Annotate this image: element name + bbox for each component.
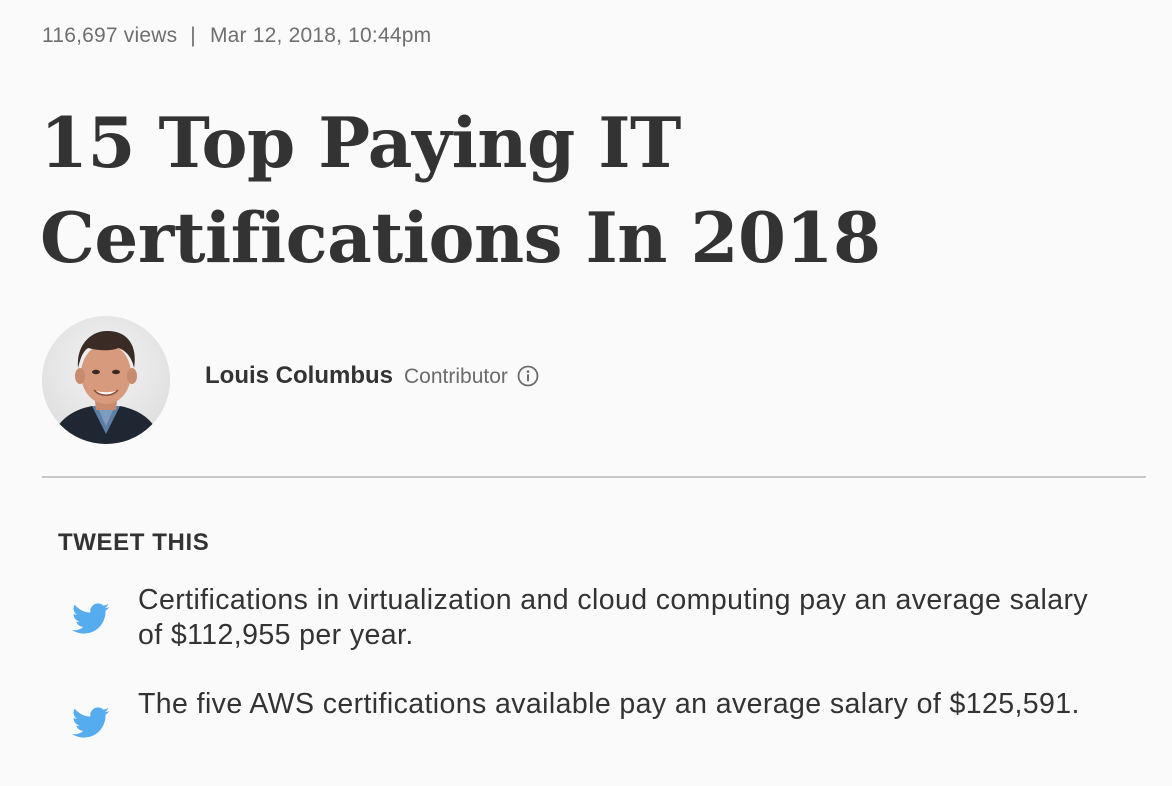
article-title-line-2: Certifications In 2018 — [40, 198, 881, 279]
info-circle-icon[interactable] — [517, 365, 539, 387]
section-divider — [42, 476, 1146, 478]
publish-date: Mar 12, 2018, 10:44pm — [209, 24, 432, 47]
tweet-item[interactable]: The five AWS certifications available pa… — [72, 687, 1118, 739]
author-avatar[interactable] — [42, 316, 170, 444]
article-title: 15 Top Paying IT Certifications In 2018 — [40, 96, 1120, 286]
tweet-item[interactable]: Certifications in virtualization and clo… — [72, 583, 1118, 653]
twitter-bird-icon[interactable] — [72, 707, 110, 739]
article-title-line-1: 15 Top Paying IT — [40, 103, 681, 184]
author-name[interactable]: Louis Columbus — [205, 362, 393, 390]
view-count: 116,697 views — [42, 24, 178, 47]
tweet-text[interactable]: The five AWS certifications available pa… — [138, 687, 1118, 722]
author-role: Contributor — [404, 365, 508, 388]
author-byline: Louis Columbus Contributor — [205, 361, 539, 390]
meta-separator: | — [190, 24, 196, 47]
tweet-this-heading: TWEET THIS — [58, 529, 210, 556]
tweet-text[interactable]: Certifications in virtualization and clo… — [138, 583, 1118, 653]
author-photo — [42, 316, 170, 444]
article-meta: 116,697 views | Mar 12, 2018, 10:44pm — [42, 24, 431, 48]
twitter-bird-icon[interactable] — [72, 603, 110, 635]
